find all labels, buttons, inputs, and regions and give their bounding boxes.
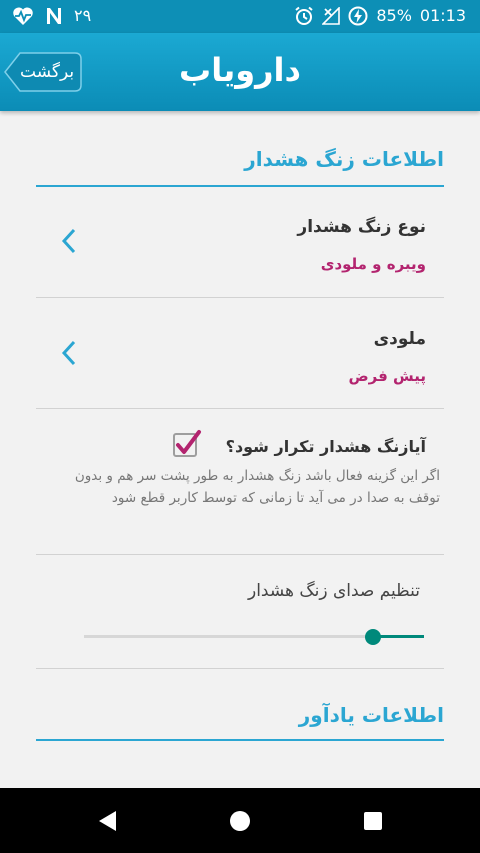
nav-home-button[interactable] bbox=[227, 808, 253, 834]
settings-content: اطلاعات زنگ هشدار نوع زنگ هشدار ویبره و … bbox=[0, 111, 480, 788]
status-bar: ۲۹ 85% 01:13 bbox=[0, 0, 480, 33]
battery-percent: 85% bbox=[376, 6, 412, 25]
pref-melody-title: ملودی bbox=[373, 329, 426, 349]
charging-icon bbox=[348, 6, 368, 26]
divider bbox=[36, 668, 444, 669]
divider bbox=[36, 554, 444, 555]
system-nav-bar bbox=[0, 788, 480, 853]
nav-back-button[interactable] bbox=[94, 808, 120, 834]
app-bar: برگشت دارویاب bbox=[0, 33, 480, 111]
status-number: ۲۹ bbox=[74, 6, 92, 25]
back-button[interactable]: برگشت bbox=[4, 52, 82, 92]
circle-home-icon bbox=[230, 811, 250, 831]
divider bbox=[36, 408, 444, 409]
section-title-reminder: اطلاعات یادآور bbox=[298, 703, 444, 727]
section-title-alarm: اطلاعات زنگ هشدار bbox=[244, 147, 444, 171]
pref-repeat-summary: اگر این گزینه فعال باشد زنگ هشدار به طور… bbox=[74, 468, 440, 506]
pref-repeat-title: آیازنگ هشدار تکرار شود؟ bbox=[225, 437, 426, 456]
app-logo: دارویاب bbox=[160, 47, 320, 93]
pref-alarm-type-title: نوع زنگ هشدار bbox=[297, 217, 426, 237]
section-divider bbox=[36, 739, 444, 741]
chevron-left-icon bbox=[61, 340, 76, 366]
nav-recents-button[interactable] bbox=[360, 808, 386, 834]
back-button-label: برگشت bbox=[20, 62, 75, 82]
square-recents-icon bbox=[364, 812, 382, 830]
chevron-left-icon bbox=[61, 228, 76, 254]
divider bbox=[36, 297, 444, 298]
triangle-back-icon bbox=[99, 811, 116, 831]
alarm-icon bbox=[294, 6, 314, 26]
repeat-checkbox[interactable] bbox=[172, 429, 202, 459]
clock: 01:13 bbox=[419, 6, 466, 25]
pref-alarm-type-value: ویبره و ملودی bbox=[320, 255, 426, 273]
section-divider bbox=[36, 185, 444, 187]
volume-title: تنظیم صدای زنگ هشدار bbox=[248, 581, 420, 601]
volume-slider[interactable] bbox=[84, 628, 424, 645]
volume-slider-thumb[interactable] bbox=[365, 628, 381, 645]
signal-off-icon bbox=[322, 7, 341, 25]
n-notification-icon bbox=[46, 7, 62, 25]
app-logo-text: دارویاب bbox=[179, 51, 301, 89]
pref-melody-value: پیش فرض bbox=[348, 367, 426, 385]
heart-pulse-icon bbox=[12, 6, 34, 26]
